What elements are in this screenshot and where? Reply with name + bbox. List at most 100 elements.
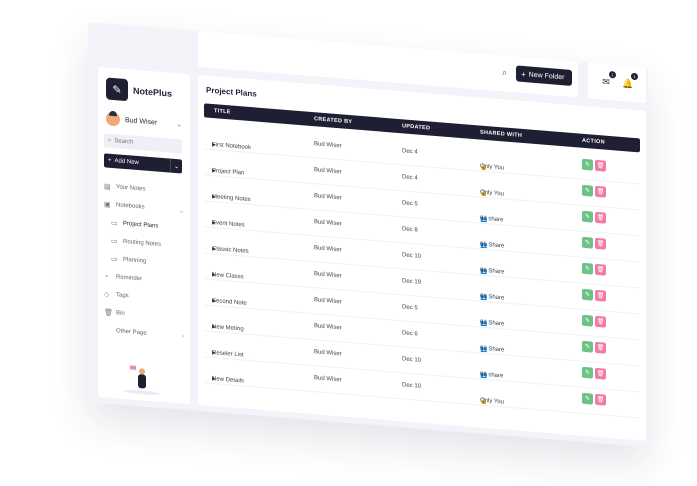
sidebar-item-label: Project Plans (123, 220, 159, 230)
row-title[interactable]: New Meting (212, 324, 244, 333)
row-created-by: Bud Wiser (314, 193, 342, 202)
edit-button[interactable]: ✎ (582, 236, 593, 249)
new-folder-label: New Folder (528, 70, 565, 81)
logo[interactable]: ✎ NotePlus (106, 77, 172, 104)
edit-button[interactable]: ✎ (582, 288, 593, 301)
row-created-by: Bud Wiser (314, 375, 342, 384)
chevron-down-icon: ⌄ (176, 121, 182, 129)
column-header-updated[interactable]: UPDATED (402, 123, 430, 131)
edit-button[interactable]: ✎ (582, 158, 593, 171)
row-title[interactable]: Event Notes (212, 220, 245, 229)
row-created-by: Bud Wiser (314, 219, 342, 228)
row-created-by: Bud Wiser (314, 167, 342, 176)
notes-table: ▶ First Notebook Bud Wiser Dec 4 🔒 Only Yo… (204, 123, 640, 419)
sidebar-item-label: Planning (123, 256, 147, 265)
column-header-created[interactable]: CREATED BY (314, 116, 352, 125)
sidebar-item-label: Notebooks (116, 202, 145, 211)
user-menu[interactable]: Bud Wiser ⌄ (106, 111, 182, 131)
row-created-by: Bud Wiser (314, 245, 342, 254)
app-window: ⌕ + New Folder ✉ 1 🔔 1 ✎ NotePlus Bud Wi… (88, 22, 648, 448)
row-updated: Dec 19 (402, 278, 422, 286)
row-updated: Dec 10 (402, 356, 422, 364)
search-icon: ⌕ (108, 137, 112, 144)
column-header-shared[interactable]: SHARED WITH (480, 130, 522, 139)
add-new-label: Add New (114, 158, 139, 167)
delete-button[interactable]: 🗑 (595, 185, 606, 198)
sidebar: ✎ NotePlus Bud Wiser ⌄ ⌕ Search + Add Ne… (98, 66, 190, 405)
row-updated: Dec 10 (402, 382, 422, 390)
row-title[interactable]: Project Plan (212, 168, 244, 177)
edit-button[interactable]: ✎ (582, 184, 593, 197)
plus-icon: + (521, 69, 526, 79)
mail-badge: 1 (609, 70, 616, 79)
sidebar-item-label: Bin (116, 310, 125, 317)
notes-logo-icon: ✎ (106, 77, 128, 102)
new-folder-button[interactable]: + New Folder (516, 65, 572, 86)
folder-icon: ▭ (111, 219, 118, 228)
screenshot-stage: ⌕ + New Folder ✉ 1 🔔 1 ✎ NotePlus Bud Wi… (0, 0, 697, 486)
row-created-by: Bud Wiser (314, 323, 342, 332)
edit-button[interactable]: ✎ (582, 392, 593, 405)
folder-icon: ▭ (111, 255, 118, 264)
notification-area: ✉ 1 🔔 1 (588, 62, 646, 103)
delete-button[interactable]: 🗑 (595, 211, 606, 224)
delete-button[interactable]: 🗑 (595, 159, 606, 172)
row-updated: Dec 4 (402, 174, 418, 182)
row-created-by: Bud Wiser (314, 297, 342, 306)
row-title[interactable]: New Details (212, 376, 244, 385)
search-icon[interactable]: ⌕ (502, 67, 507, 78)
row-created-by: Bud Wiser (314, 141, 342, 150)
row-updated: Dec 4 (402, 148, 418, 156)
delete-button[interactable]: 🗑 (595, 289, 606, 302)
edit-button[interactable]: ✎ (582, 262, 593, 275)
edit-button[interactable]: ✎ (582, 340, 593, 353)
bell-badge: 1 (631, 72, 638, 81)
app-name: NotePlus (133, 85, 173, 99)
reminder-icon: ◔ (104, 272, 109, 281)
column-header-title[interactable]: TITLE (214, 108, 231, 115)
sidebar-item-label: Your Notes (116, 184, 146, 193)
column-header-action: ACTION (582, 137, 605, 146)
row-updated: Dec 8 (402, 226, 418, 234)
main-panel: Project Plans TITLE CREATED BY UPDATED S… (198, 74, 646, 441)
notebook-icon: ▣ (104, 201, 111, 209)
plus-icon: + (108, 157, 112, 164)
search-placeholder: Search (114, 138, 134, 146)
sidebar-item-label: Routing Notes (123, 238, 162, 248)
folder-icon: ▭ (111, 237, 118, 246)
tag-icon: ◇ (104, 291, 110, 299)
delete-button[interactable]: 🗑 (595, 315, 606, 328)
delete-button[interactable]: 🗑 (595, 341, 606, 354)
row-updated: Dec 5 (402, 304, 418, 312)
row-updated: Dec 6 (402, 330, 418, 338)
sidebar-item-label: Other Page (116, 328, 147, 337)
edit-button[interactable]: ✎ (582, 314, 593, 327)
delete-button[interactable]: 🗑 (595, 367, 606, 380)
notifications-button[interactable]: 🔔 1 (620, 72, 638, 92)
chevron-down-icon[interactable]: ⌄ (170, 158, 182, 174)
chevron-down-icon: ⌄ (178, 207, 184, 215)
notes-icon: ▤ (104, 183, 111, 191)
mail-button[interactable]: ✉ 1 (598, 70, 616, 90)
sidebar-search-input[interactable]: ⌕ Search (104, 133, 182, 154)
delete-button[interactable]: 🗑 (595, 263, 606, 276)
row-title[interactable]: Reseler List (212, 350, 244, 359)
chevron-right-icon: › (182, 333, 184, 340)
mail-icon: ✉ (602, 75, 610, 87)
row-created-by: Bud Wiser (314, 349, 342, 358)
sidebar-illustration (118, 365, 168, 398)
delete-button[interactable]: 🗑 (595, 237, 606, 250)
user-name: Bud Wiser (125, 116, 158, 127)
row-updated: Dec 5 (402, 200, 418, 208)
add-new-button[interactable]: + Add New ⌄ (104, 153, 182, 174)
row-title[interactable]: New Classs (212, 272, 244, 281)
edit-button[interactable]: ✎ (582, 210, 593, 223)
edit-button[interactable]: ✎ (582, 366, 593, 379)
delete-button[interactable]: 🗑 (595, 393, 606, 406)
bin-icon: 🗑 (104, 309, 113, 318)
avatar (106, 111, 120, 127)
sidebar-item-label: Tags (116, 292, 129, 300)
sidebar-item-label: Reminder (116, 274, 143, 283)
sidebar-nav: ▤ Your Notes ▣ Notebooks ⌄ ▭ Project Pla… (104, 177, 184, 345)
page-title: Project Plans (206, 85, 257, 99)
